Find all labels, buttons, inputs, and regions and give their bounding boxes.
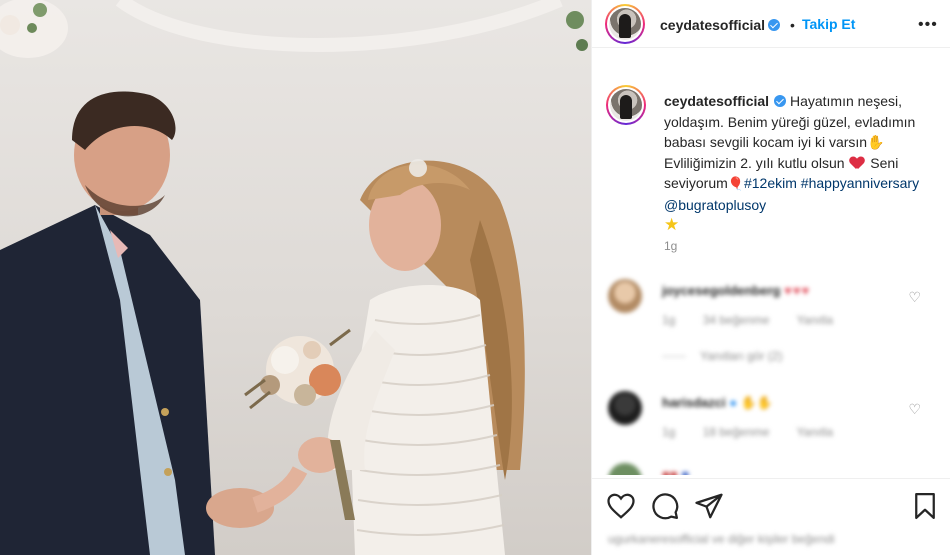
comment-heart-icon[interactable]: ♡ xyxy=(908,401,921,418)
post-actions-bar xyxy=(592,478,950,534)
commenter-avatar[interactable] xyxy=(608,391,642,425)
comment-time: 1g xyxy=(662,425,676,439)
post-header: ceydatesofficial • Takip Et ••• xyxy=(592,0,950,48)
post-photo[interactable] xyxy=(0,0,591,555)
share-icon[interactable] xyxy=(694,491,724,521)
author-username-row: ceydatesofficial xyxy=(660,17,781,35)
verified-icon xyxy=(768,19,781,31)
post-caption: ceydatesofficial Hayatımın neşesi, yolda… xyxy=(664,91,942,236)
commenter-avatar[interactable] xyxy=(608,279,642,313)
praying-hands-icon: ✋ xyxy=(867,134,885,150)
comment-reply-button[interactable]: Yanıtla xyxy=(797,425,833,439)
comment-likes[interactable]: 18 beğenme xyxy=(703,425,770,439)
commenter-avatar[interactable] xyxy=(608,463,642,475)
hashtag-happyanniversary[interactable]: #happyanniversary xyxy=(801,175,919,191)
comment-time: 1g xyxy=(662,313,676,327)
comment-username[interactable]: harisdazci ● ✋✋ xyxy=(662,395,773,411)
heart-icon[interactable] xyxy=(606,491,636,521)
liked-by-text[interactable]: ugurkaneresofficial ve diğer kişiler beğ… xyxy=(608,532,835,546)
more-icon[interactable]: ••• xyxy=(918,16,938,34)
balloon-icon: 🎈 xyxy=(727,176,744,191)
post-side-panel: ceydatesofficial • Takip Et ••• ceydates… xyxy=(591,0,950,555)
author-avatar[interactable] xyxy=(605,4,645,44)
heart-emoji-icon xyxy=(850,157,864,169)
bookmark-icon[interactable] xyxy=(910,491,940,521)
caption-username[interactable]: ceydatesofficial xyxy=(664,93,769,109)
mention-bugratoplusoy[interactable]: @bugratoplusoy xyxy=(664,197,766,213)
comment-heart-icon[interactable]: ♡ xyxy=(908,289,921,306)
wedding-photo-illustration xyxy=(0,0,588,555)
comment-reply-button[interactable]: Yanıtla xyxy=(797,313,833,327)
verified-icon xyxy=(774,95,787,107)
comments-section[interactable]: ceydatesofficial Hayatımın neşesi, yolda… xyxy=(592,49,950,475)
view-replies-button[interactable]: Yanıtları gör (2) xyxy=(662,349,782,363)
star-icon: ★ xyxy=(664,215,680,234)
comment-likes[interactable]: 34 beğenme xyxy=(703,313,770,327)
hashtag-12ekim[interactable]: #12ekim xyxy=(744,175,797,191)
author-username[interactable]: ceydatesofficial xyxy=(660,17,765,33)
header-separator: • xyxy=(790,17,795,33)
comment-username[interactable]: ■■ ■ xyxy=(662,467,689,475)
caption-time: 1g xyxy=(664,239,678,253)
comment-username[interactable]: joycesegoldenberg ♥♥♥ xyxy=(662,283,810,298)
comment-meta: 1g 34 beğenme Yanıtla xyxy=(662,313,857,327)
comment-meta: 1g 18 beğenme Yanıtla xyxy=(662,425,857,439)
caption-text-2: Evliliğimizin 2. yılı kutlu olsun xyxy=(664,154,845,171)
caption-avatar[interactable] xyxy=(606,85,646,125)
comment-icon[interactable] xyxy=(650,491,680,521)
follow-button[interactable]: Takip Et xyxy=(802,16,855,32)
